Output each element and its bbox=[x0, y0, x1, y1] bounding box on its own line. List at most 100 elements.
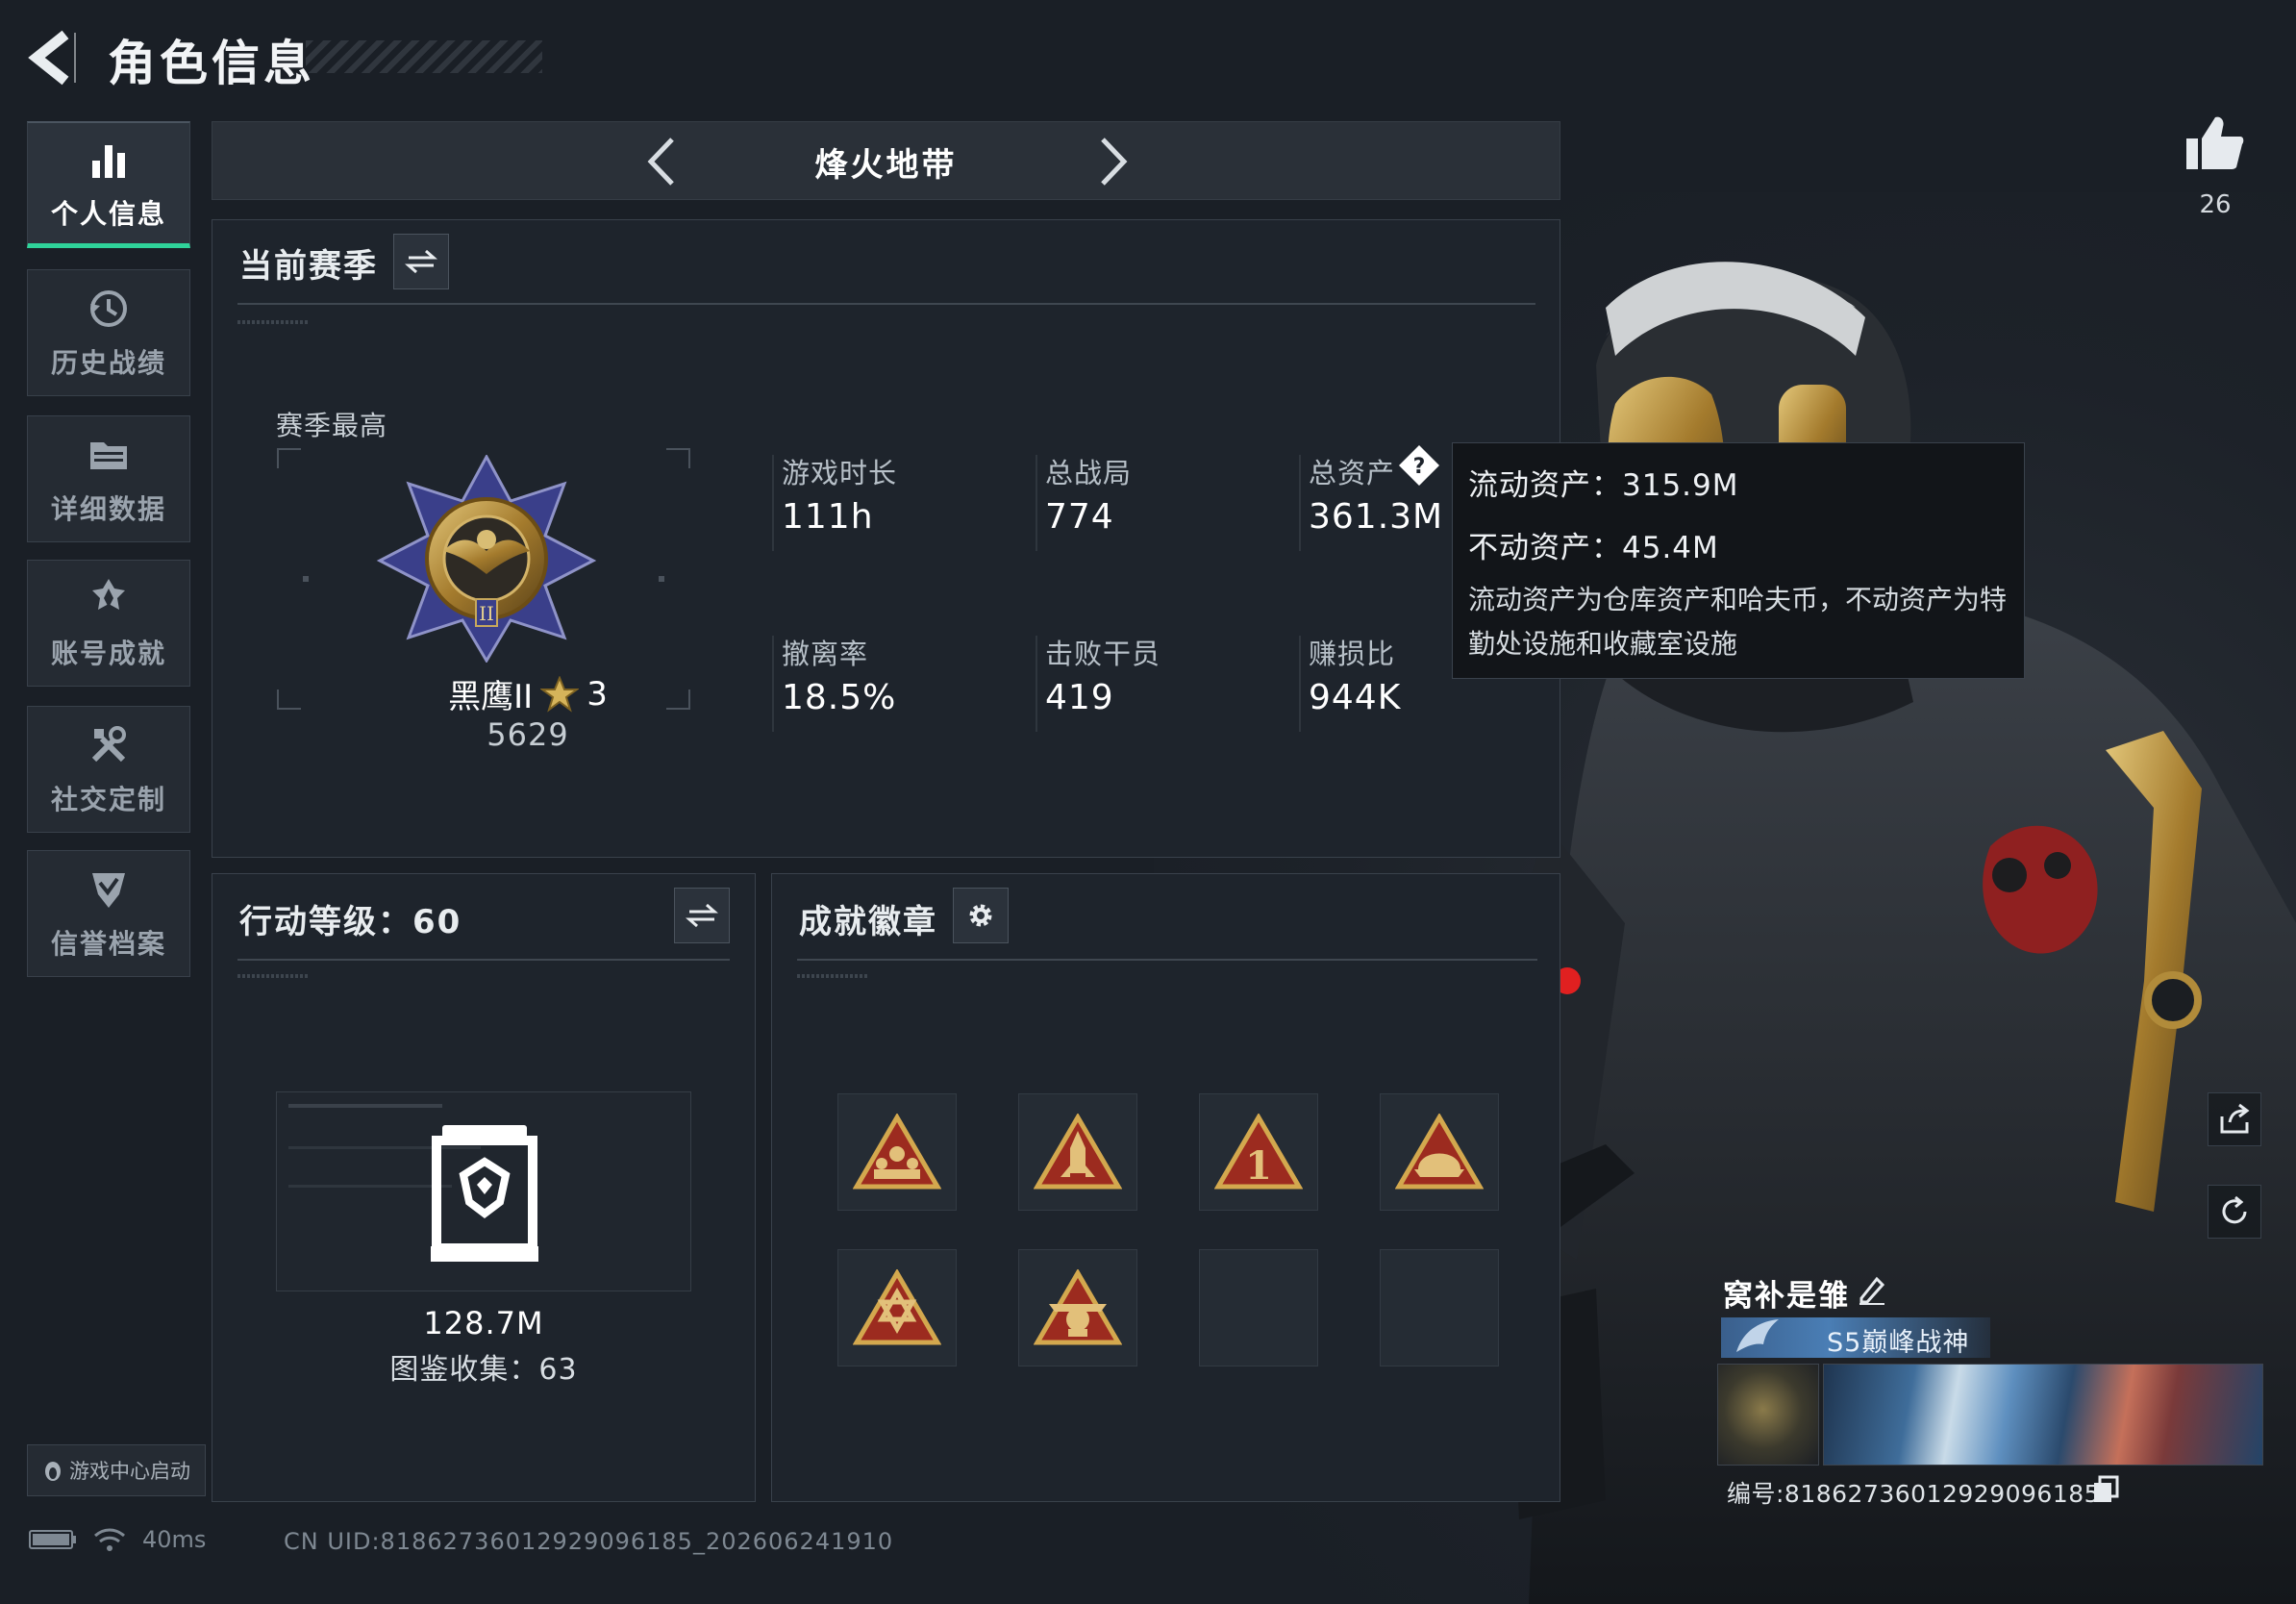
stat-divider bbox=[1299, 455, 1301, 551]
section-divider bbox=[797, 959, 1537, 961]
badge-slot[interactable] bbox=[837, 1249, 957, 1366]
season-switch-button[interactable] bbox=[393, 234, 449, 289]
tooltip-liquid-assets: 流动资产：315.9M bbox=[1468, 468, 1739, 503]
stat-divider bbox=[1299, 636, 1301, 732]
profile-banner-image[interactable] bbox=[1823, 1364, 2263, 1466]
card-id-row: 编号:81862736012929096185 bbox=[1727, 1475, 2100, 1510]
nav-item-personal-info[interactable]: 个人信息 bbox=[27, 121, 190, 248]
chevron-left-icon[interactable] bbox=[636, 132, 693, 191]
badge-slot[interactable]: 1 bbox=[1199, 1093, 1318, 1211]
decor-rule bbox=[288, 1185, 452, 1188]
status-bar: 40ms bbox=[29, 1525, 206, 1554]
stat-value-playtime: 111h bbox=[782, 497, 874, 537]
rotate-button[interactable] bbox=[2208, 1185, 2261, 1239]
history-clock-icon bbox=[90, 290, 127, 327]
star-icon bbox=[540, 675, 580, 713]
rotate-icon bbox=[2222, 1195, 2247, 1224]
wifi-icon bbox=[94, 1528, 125, 1551]
rank-score: 5629 bbox=[487, 716, 569, 753]
section-divider bbox=[237, 959, 730, 961]
rank-emblem-black-hawk-icon: II bbox=[376, 455, 597, 663]
badge-number-one-icon: 1 bbox=[1214, 1114, 1303, 1190]
help-question-icon[interactable]: ? bbox=[1397, 443, 1441, 488]
decor-rule bbox=[237, 320, 309, 324]
stat-label-operators-killed: 击败干员 bbox=[1045, 638, 1161, 670]
stat-label-total-assets: 总资产 bbox=[1309, 457, 1396, 489]
stat-value-profit-ratio: 944K bbox=[1309, 678, 1402, 717]
stat-label-profit-ratio: 赚损比 bbox=[1309, 638, 1396, 670]
back-arrow-icon[interactable] bbox=[23, 27, 81, 88]
badge-slot[interactable] bbox=[837, 1093, 957, 1211]
card-id-text: 编号:81862736012929096185 bbox=[1727, 1480, 2101, 1508]
copy-icon[interactable] bbox=[2092, 1475, 2119, 1504]
badge-settings-button[interactable] bbox=[953, 888, 1009, 943]
stat-value-operators-killed: 419 bbox=[1045, 678, 1114, 717]
stat-divider bbox=[1036, 455, 1037, 551]
season-title: 当前赛季 bbox=[239, 247, 378, 286]
achievement-title: 成就徽章 bbox=[799, 903, 937, 941]
game-center-launch-chip[interactable]: 游戏中心启动 bbox=[27, 1444, 206, 1496]
decor-rule bbox=[797, 974, 868, 978]
svg-text:1: 1 bbox=[1245, 1143, 1272, 1189]
svg-text:II: II bbox=[479, 602, 494, 625]
badge-slot[interactable] bbox=[1380, 1093, 1499, 1211]
nav-item-label: 个人信息 bbox=[50, 197, 166, 230]
share-icon bbox=[2220, 1103, 2250, 1134]
player-name-text: 窝补是雏 bbox=[1723, 1279, 1850, 1314]
level-switch-button[interactable] bbox=[674, 888, 730, 943]
page-title: 角色信息 bbox=[108, 36, 315, 91]
action-level-title: 行动等级：60 bbox=[239, 903, 462, 941]
svg-text:?: ? bbox=[1413, 455, 1426, 479]
latency-text: 40ms bbox=[142, 1526, 207, 1553]
launch-chip-label: 游戏中心启动 bbox=[69, 1460, 190, 1483]
badge-slot[interactable] bbox=[1018, 1249, 1137, 1366]
season-panel: 当前赛季 赛季最高 II 黑鹰II 3 5629 游戏时长 111h 总战局 7… bbox=[212, 219, 1560, 858]
season-best-label: 赛季最高 bbox=[276, 410, 388, 441]
nav-item-label: 账号成就 bbox=[50, 638, 166, 669]
player-name: 窝补是雏 bbox=[1723, 1271, 1850, 1315]
tooltip-fixed-assets: 不动资产：45.4M bbox=[1468, 531, 1719, 565]
player-title-text: S5巅峰战神 bbox=[1827, 1328, 1970, 1358]
thumbs-up-icon[interactable] bbox=[2184, 113, 2246, 173]
stat-label-extraction-rate: 撤离率 bbox=[782, 638, 869, 670]
nav-item-label: 历史战绩 bbox=[50, 347, 166, 379]
collection-vault-icon bbox=[431, 1125, 538, 1262]
nav-item-credit-file[interactable]: 信誉档案 bbox=[27, 850, 190, 977]
nav-item-detailed-data[interactable]: 详细数据 bbox=[27, 415, 190, 542]
edit-pencil-icon[interactable] bbox=[1856, 1273, 1888, 1306]
badge-slot[interactable] bbox=[1018, 1093, 1137, 1211]
badge-rocket-icon bbox=[1034, 1114, 1122, 1190]
stat-divider bbox=[1036, 636, 1037, 732]
section-divider bbox=[237, 303, 1535, 305]
stat-value-total-matches: 774 bbox=[1045, 497, 1114, 537]
avatar[interactable] bbox=[1717, 1364, 1819, 1466]
title-wing-icon bbox=[1736, 1319, 1779, 1352]
rank-name: 黑鹰II bbox=[448, 678, 534, 716]
tooltip-description: 流动资产为仓库资产和哈夫币，不动资产为特勤处设施和收藏室设施 bbox=[1468, 584, 2008, 660]
bar-chart-icon bbox=[92, 144, 125, 178]
nav-item-label: 信誉档案 bbox=[50, 928, 166, 960]
battery-icon bbox=[29, 1530, 76, 1549]
achievement-badges-panel: 成就徽章 1 bbox=[771, 873, 1560, 1502]
badge-slot-empty[interactable] bbox=[1199, 1249, 1318, 1366]
nav-item-social-custom[interactable]: 社交定制 bbox=[27, 706, 190, 833]
collection-frame[interactable] bbox=[276, 1091, 691, 1291]
stat-label-playtime: 游戏时长 bbox=[782, 457, 898, 489]
share-button[interactable] bbox=[2208, 1092, 2261, 1146]
badge-slot-empty[interactable] bbox=[1380, 1249, 1499, 1366]
penguin-icon bbox=[45, 1462, 61, 1481]
nav-item-achievements[interactable]: 账号成就 bbox=[27, 560, 190, 687]
nav-item-label: 社交定制 bbox=[50, 784, 166, 815]
nav-item-history[interactable]: 历史战绩 bbox=[27, 269, 190, 396]
rank-info: 黑鹰II 3 bbox=[393, 670, 662, 717]
badge-team-icon bbox=[853, 1114, 941, 1190]
collection-value: 128.7M bbox=[423, 1305, 544, 1341]
uid-text: CN UID:81862736012929096185_202606241910 bbox=[284, 1528, 894, 1555]
tools-icon bbox=[91, 726, 126, 763]
decor-rule bbox=[288, 1104, 442, 1108]
stat-label-total-matches: 总战局 bbox=[1045, 457, 1133, 489]
collection-count: 图鉴收集：63 bbox=[389, 1353, 578, 1387]
chevron-right-icon[interactable] bbox=[1082, 132, 1139, 191]
swap-icon bbox=[686, 903, 718, 928]
assets-tooltip: 流动资产：315.9M 不动资产：45.4M 流动资产为仓库资产和哈夫币，不动资… bbox=[1452, 442, 2025, 679]
